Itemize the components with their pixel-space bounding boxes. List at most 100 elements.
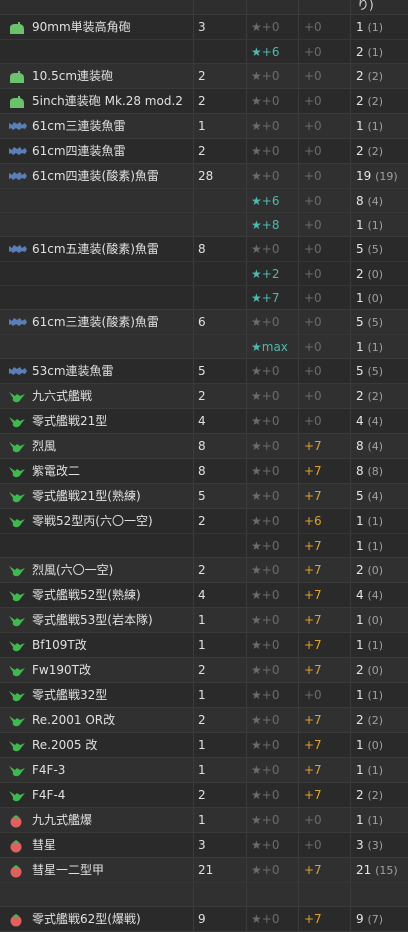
table-row[interactable]: 零式艦戦21型(熟練) 5 ★+0 +7 5 (4) bbox=[0, 484, 408, 509]
aa-gun-icon-graphic bbox=[10, 22, 24, 34]
equipment-count: 28 bbox=[198, 169, 214, 183]
row-entry: 5inch連装砲 Mk.28 mod.2 2 ★+0 +0 2 (2) bbox=[0, 89, 408, 113]
entry-parenthesized: (0) bbox=[367, 664, 384, 677]
fighter-icon bbox=[8, 589, 26, 602]
equipment-table: り) 90mm単装高角砲 3 ★+0 +0 1 (1) ★+6 +0 2 (1) 10.5cm連… bbox=[0, 0, 408, 932]
table-row[interactable]: 九九式艦爆 1 ★+0 +0 1 (1) bbox=[0, 808, 408, 833]
table-row[interactable]: 90mm単装高角砲 3 ★+0 +0 1 (1) ★+6 +0 2 (1) bbox=[0, 15, 408, 64]
row-entry: 零式艦戦32型 1 ★+0 +0 1 (1) bbox=[0, 683, 408, 707]
equipment-count: 2 bbox=[198, 514, 206, 528]
entry-parenthesized: (3) bbox=[367, 839, 384, 852]
proficiency-level: +7 bbox=[304, 638, 322, 652]
equipment-count: 21 bbox=[198, 863, 214, 877]
table-row[interactable]: 61cm三連装魚雷 1 ★+0 +0 1 (1) bbox=[0, 114, 408, 139]
fighter-icon-graphic bbox=[9, 517, 25, 528]
entry-count: 1 (1) bbox=[356, 213, 383, 237]
improvement-level: ★+0 bbox=[251, 315, 280, 329]
table-row[interactable]: F4F-3 1 ★+0 +7 1 (1) bbox=[0, 758, 408, 783]
fighter-icon-graphic bbox=[9, 641, 25, 652]
entry-total: 2 bbox=[356, 94, 364, 108]
table-row[interactable]: 彗星 3 ★+0 +0 3 (3) bbox=[0, 833, 408, 858]
entry-parenthesized: (2) bbox=[367, 145, 384, 158]
fighter-icon-graphic bbox=[9, 741, 25, 752]
entry-parenthesized: (1) bbox=[367, 689, 384, 702]
table-row[interactable]: 零式艦戦21型 4 ★+0 +0 4 (4) bbox=[0, 409, 408, 434]
proficiency-level: +0 bbox=[304, 315, 322, 329]
equipment-count: 4 bbox=[198, 588, 206, 602]
improvement-level: ★+0 bbox=[251, 863, 280, 877]
bomber-icon bbox=[8, 814, 26, 828]
proficiency-level: +0 bbox=[304, 45, 322, 59]
fighter-icon bbox=[8, 440, 26, 453]
fighter-icon-graphic bbox=[9, 591, 25, 602]
fighter-icon-graphic bbox=[9, 492, 25, 503]
table-row[interactable]: 零式艦戦52型(熟練) 4 ★+0 +7 4 (4) bbox=[0, 583, 408, 608]
equipment-name: 九九式艦爆 bbox=[32, 813, 93, 827]
table-row[interactable]: 紫電改二 8 ★+0 +7 8 (8) bbox=[0, 459, 408, 484]
table-row[interactable]: 零式艦戦32型 1 ★+0 +0 1 (1) bbox=[0, 683, 408, 708]
entry-count: 4 (4) bbox=[356, 583, 383, 607]
fighter-icon bbox=[8, 515, 26, 528]
row-entry: ★+6 +0 8 (4) bbox=[0, 188, 408, 212]
table-row[interactable]: Re.2001 OR改 2 ★+0 +7 2 (2) bbox=[0, 708, 408, 733]
entry-total: 1 bbox=[356, 738, 364, 752]
equipment-name: 90mm単装高角砲 bbox=[32, 20, 131, 34]
entry-count: 1 (1) bbox=[356, 758, 383, 782]
equipment-name: F4F-4 bbox=[32, 788, 66, 802]
table-row[interactable]: 烈風(六〇一空) 2 ★+0 +7 2 (0) bbox=[0, 558, 408, 583]
table-row[interactable]: Bf109T改 1 ★+0 +7 1 (1) bbox=[0, 633, 408, 658]
table-row[interactable]: 零戦52型丙(六〇一空) 2 ★+0 +6 1 (1) ★+0 +7 1 (1) bbox=[0, 509, 408, 558]
equipment-count: 1 bbox=[198, 119, 206, 133]
table-row[interactable]: 10.5cm連装砲 2 ★+0 +0 2 (2) bbox=[0, 64, 408, 89]
table-row[interactable]: 61cm四連装(酸素)魚雷 28 ★+0 +0 19 (19) ★+6 +0 8 (4) ★+8… bbox=[0, 164, 408, 237]
table-row[interactable]: 九六式艦戦 2 ★+0 +0 2 (2) bbox=[0, 384, 408, 409]
proficiency-level: +0 bbox=[304, 94, 322, 108]
entry-parenthesized: (1) bbox=[367, 814, 384, 827]
table-row[interactable]: 彗星一二型甲 21 ★+0 +7 21 (15) bbox=[0, 858, 408, 907]
table-row[interactable]: 烈風 8 ★+0 +7 8 (4) bbox=[0, 434, 408, 459]
row-entry: ★+8 +0 1 (1) bbox=[0, 212, 408, 236]
entry-count: 2 (2) bbox=[356, 783, 383, 807]
fighter-icon bbox=[8, 614, 26, 627]
table-row[interactable]: 零式艦戦62型(爆戦) 9 ★+0 +7 9 (7) bbox=[0, 907, 408, 932]
torpedo-icon-graphic bbox=[9, 318, 27, 326]
entry-count: 1 (1) bbox=[356, 509, 383, 533]
entry-count: 1 (1) bbox=[356, 534, 383, 558]
table-row[interactable]: 61cm三連装(酸素)魚雷 6 ★+0 +0 5 (5) ★max +0 1 (1) bbox=[0, 310, 408, 359]
table-row[interactable]: 零式艦戦53型(岩本隊) 1 ★+0 +7 1 (0) bbox=[0, 608, 408, 633]
equipment-name: 零式艦戦52型(熟練) bbox=[32, 588, 141, 602]
aa-gun-icon-graphic bbox=[10, 71, 24, 83]
table-row[interactable]: F4F-4 2 ★+0 +7 2 (2) bbox=[0, 783, 408, 808]
fighter-icon-graphic bbox=[9, 666, 25, 677]
entry-count: 1 (0) bbox=[356, 286, 383, 310]
row-entry: 零式艦戦21型 4 ★+0 +0 4 (4) bbox=[0, 409, 408, 433]
entry-count: 4 (4) bbox=[356, 409, 383, 433]
entry-parenthesized: (2) bbox=[367, 70, 384, 83]
torpedo-icon-graphic bbox=[9, 172, 27, 180]
entry-parenthesized: (2) bbox=[367, 95, 384, 108]
aa-gun-icon bbox=[8, 95, 26, 108]
table-row[interactable]: 61cm四連装魚雷 2 ★+0 +0 2 (2) bbox=[0, 139, 408, 164]
fighter-icon bbox=[8, 490, 26, 503]
table-row[interactable]: Fw190T改 2 ★+0 +7 2 (0) bbox=[0, 658, 408, 683]
bomber-icon-graphic bbox=[10, 865, 22, 878]
header-count-label: り) bbox=[350, 0, 374, 14]
table-row[interactable]: 61cm五連装(酸素)魚雷 8 ★+0 +0 5 (5) ★+2 +0 2 (0) ★+7 +0 1… bbox=[0, 237, 408, 310]
equipment-count: 1 bbox=[198, 638, 206, 652]
entry-count: 2 (2) bbox=[356, 139, 383, 163]
entry-total: 2 bbox=[356, 389, 364, 403]
improvement-level: ★+0 bbox=[251, 838, 280, 852]
proficiency-level: +0 bbox=[304, 340, 322, 354]
proficiency-level: +7 bbox=[304, 539, 322, 553]
entry-total: 1 bbox=[356, 20, 364, 34]
table-row[interactable]: 53cm連装魚雷 5 ★+0 +0 5 (5) bbox=[0, 359, 408, 384]
table-row[interactable]: Re.2005 改 1 ★+0 +7 1 (0) bbox=[0, 733, 408, 758]
entry-parenthesized: (0) bbox=[367, 292, 384, 305]
improvement-level: ★max bbox=[251, 340, 288, 354]
improvement-level: ★+0 bbox=[251, 613, 280, 627]
equipment-name: 零式艦戦21型(熟練) bbox=[32, 489, 141, 503]
equipment-name: 九六式艦戦 bbox=[32, 389, 93, 403]
row-entry bbox=[0, 882, 408, 906]
table-row[interactable]: 5inch連装砲 Mk.28 mod.2 2 ★+0 +0 2 (2) bbox=[0, 89, 408, 114]
entry-total: 9 bbox=[356, 912, 364, 926]
